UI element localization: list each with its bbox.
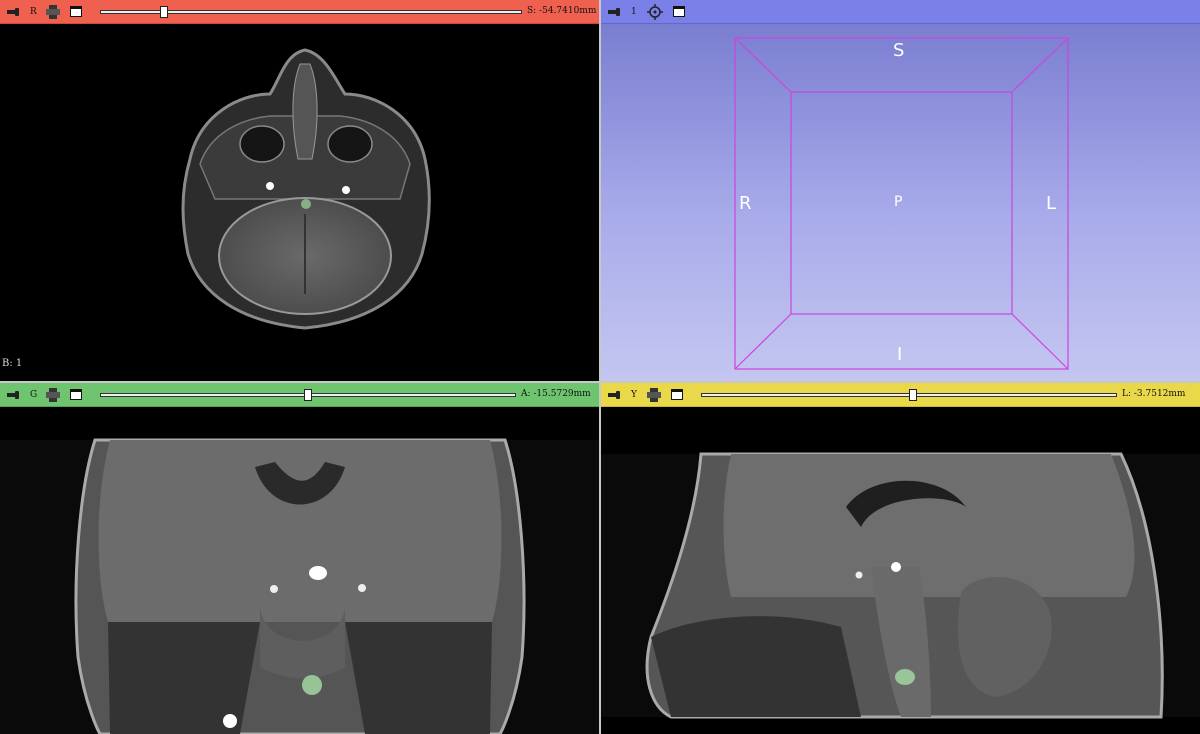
view-letter: Y [631,389,637,400]
view-divider-horizontal[interactable] [0,381,1200,383]
slice-offset-readout: L: -3.7512mm [1122,389,1186,399]
red-slice-view[interactable]: R S: -54.7410mm B: 1 [0,0,599,381]
link-icon[interactable] [46,387,60,402]
slice-offset-slider[interactable] [100,6,522,18]
segment-marker [302,675,322,695]
slice-offset-slider[interactable] [701,389,1117,401]
window-icon[interactable] [70,389,82,400]
vessel-marker [855,571,863,579]
orientation-label-left: L [1046,193,1057,214]
slice-offset-slider[interactable] [100,389,516,401]
green-slice-view[interactable]: G A: -15.5729mm [0,383,599,734]
coronal-mri-image[interactable] [0,407,599,734]
slice-offset-readout: S: -54.7410mm [527,6,597,16]
pin-icon[interactable] [7,7,21,17]
vessel-marker [342,186,350,194]
segment-marker [301,199,311,209]
slider-handle[interactable] [909,389,918,401]
vessel-marker [223,714,237,728]
orientation-label-posterior: P [894,194,903,210]
slider-handle[interactable] [304,389,312,401]
yellow-slice-view[interactable]: Y L: -3.7512mm [601,383,1200,734]
green-slice-controller: G A: -15.5729mm [0,383,599,407]
axial-mri-image[interactable] [0,24,599,381]
vessel-marker [266,182,274,190]
corner-annotation: B: 1 [2,358,23,369]
view-letter: G [30,389,38,400]
orientation-label-inferior: I [897,344,903,365]
vessel-marker [270,585,278,593]
orientation-label-right: R [739,193,752,214]
segment-marker [895,669,915,685]
window-icon[interactable] [671,389,683,400]
pin-icon[interactable] [7,390,21,400]
3d-view[interactable]: 1 S I R L P [601,0,1200,381]
vessel-marker [309,566,327,580]
slider-handle[interactable] [160,6,168,18]
pin-icon[interactable] [608,390,622,400]
link-icon[interactable] [46,4,60,19]
slice-layout: R S: -54.7410mm B: 1 1 S I R L P G A: -1… [0,0,1200,734]
red-slice-controller: R S: -54.7410mm [0,0,599,24]
yellow-slice-controller: Y L: -3.7512mm [601,383,1200,407]
slice-offset-readout: A: -15.5729mm [521,389,591,399]
view-divider-vertical[interactable] [599,0,601,734]
vessel-marker [891,562,901,572]
window-icon[interactable] [70,6,82,17]
vessel-marker [358,584,366,592]
sagittal-mri-image[interactable] [601,407,1200,734]
orientation-label-superior: S [893,40,905,61]
view-letter: R [30,6,37,17]
link-icon[interactable] [647,387,661,402]
